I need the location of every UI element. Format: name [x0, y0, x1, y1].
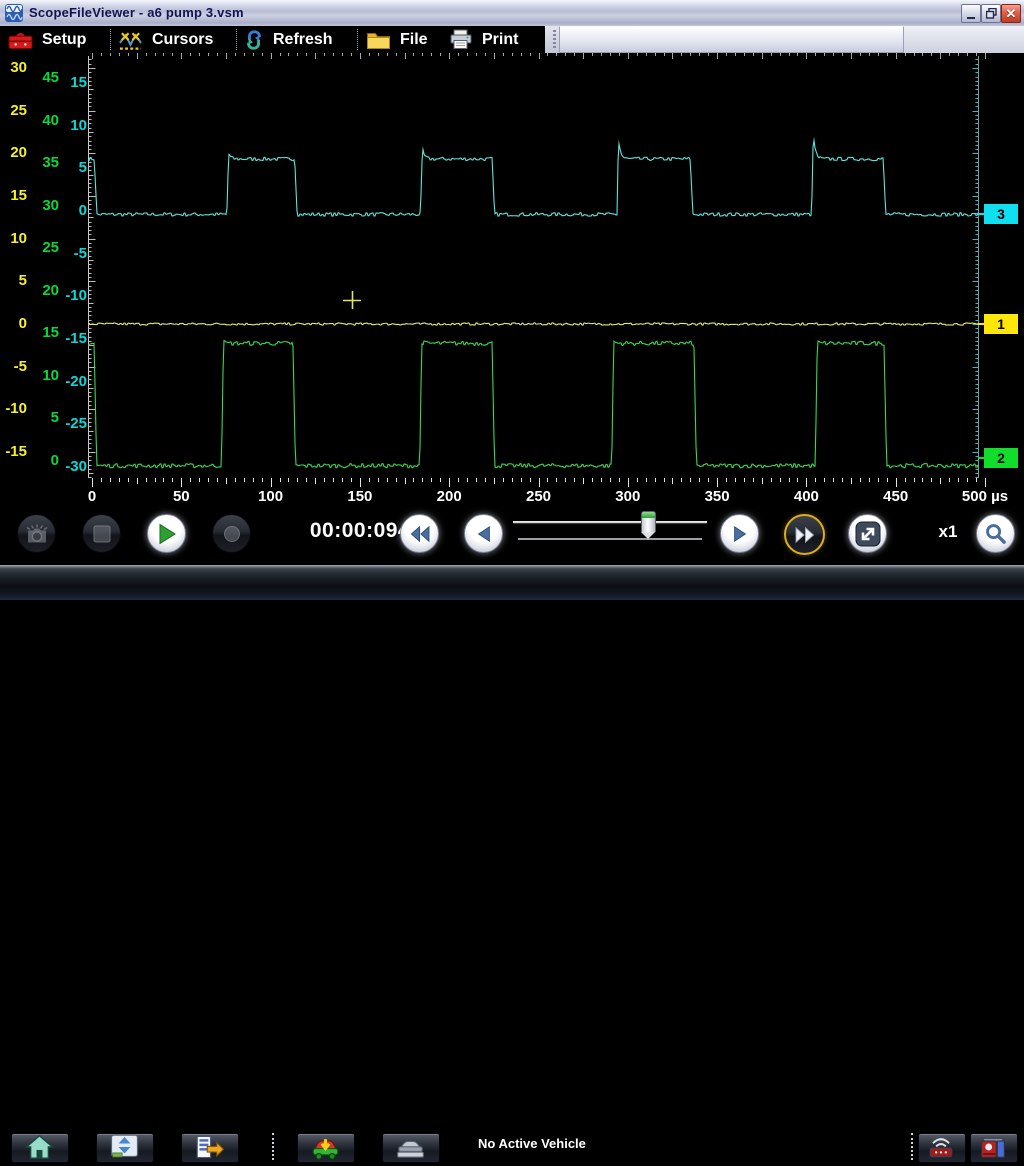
y-axis-label-ch3: 0 [0, 202, 87, 220]
scope-file-viewer-window: ScopeFileViewer - a6 pump 3.vsm ✕ Setup … [0, 0, 1024, 600]
app-icon [5, 4, 23, 27]
scope-plot[interactable] [0, 53, 1024, 508]
menu-refresh[interactable]: Refresh [244, 26, 333, 53]
toolbar-tray-end [904, 26, 1024, 53]
double-left-icon [409, 525, 431, 543]
slider-track-lower [518, 538, 702, 540]
x-axis-label: 200 [409, 488, 489, 505]
x-axis-label: 450 [856, 488, 936, 505]
x-axis-label: 300 [588, 488, 668, 505]
status-bar: No Active Vehicle [0, 565, 1024, 600]
channel-1-marker[interactable]: 1 [984, 314, 1018, 334]
vehicle-id-icon [396, 1134, 425, 1165]
toolbar-tray [545, 26, 1024, 53]
x-axis-label: 100 [231, 488, 311, 505]
cursors-icon [118, 29, 143, 51]
data-exchange-icon [110, 1134, 139, 1165]
channel-3-marker[interactable]: 3 [984, 204, 1018, 224]
menu-refresh-label: Refresh [273, 31, 333, 49]
slider-track [513, 521, 707, 523]
fast-forward-button[interactable] [784, 514, 825, 555]
title-bar[interactable]: ScopeFileViewer - a6 pump 3.vsm ✕ [0, 0, 1024, 27]
transport-bar: 00:00:094 x1 [0, 508, 1024, 565]
module-battery-icon [979, 1134, 1007, 1165]
scope-area: 302520151050-5-10-1545403530252015105015… [0, 53, 1024, 508]
y-axis-label-ch3: -15 [0, 330, 87, 348]
status-separator [911, 1133, 913, 1160]
skip-back-button[interactable] [400, 514, 439, 553]
step-forward-button[interactable] [720, 514, 759, 553]
double-right-icon [794, 526, 816, 544]
printer-icon [449, 29, 473, 50]
zoom-factor-label: x1 [928, 522, 968, 542]
home-icon [25, 1134, 54, 1165]
y-axis-label-ch3: -20 [0, 373, 87, 391]
menu-print[interactable]: Print [449, 26, 518, 53]
step-back-button[interactable] [464, 514, 503, 553]
close-button[interactable]: ✕ [1001, 4, 1021, 23]
x-axis-label: 400 [766, 488, 846, 505]
expand-button[interactable] [848, 514, 887, 553]
menu-cursors[interactable]: Cursors [118, 26, 213, 53]
status-separator [272, 1133, 274, 1160]
restore-button[interactable] [981, 4, 1001, 23]
folder-icon [366, 30, 391, 50]
refresh-icon [244, 29, 264, 51]
play-icon [157, 523, 177, 545]
menu-cursors-label: Cursors [152, 31, 213, 49]
x-axis-label: 350 [677, 488, 757, 505]
slider-thumb[interactable] [641, 511, 656, 532]
toolbar-panel [559, 26, 904, 53]
toolbar-drag-handle[interactable] [553, 30, 556, 49]
x-axis-label: 0 [52, 488, 132, 505]
menu-setup[interactable]: Setup [8, 26, 86, 53]
restore-icon [986, 8, 997, 19]
magnifier-icon [984, 522, 1007, 545]
record-icon [223, 525, 241, 543]
play-button[interactable] [147, 514, 186, 553]
camera-icon [24, 523, 50, 545]
vehicle-connect-icon [311, 1134, 340, 1166]
menu-print-label: Print [482, 31, 518, 49]
x-axis-label: 150 [320, 488, 400, 505]
scope-wireless-icon [927, 1134, 955, 1165]
menu-separator [236, 29, 237, 50]
y-axis-label-ch3: -10 [0, 287, 87, 305]
y-axis-label-ch3: -25 [0, 415, 87, 433]
left-triangle-icon [476, 525, 492, 543]
window-title: ScopeFileViewer - a6 pump 3.vsm [29, 5, 244, 20]
menu-separator [110, 29, 111, 50]
menu-file[interactable]: File [366, 26, 428, 53]
toolbox-icon [8, 30, 33, 50]
y-axis-label-ch3: -5 [0, 245, 87, 263]
minimize-icon [967, 17, 975, 19]
x-axis-label: 250 [499, 488, 579, 505]
x-axis-label: 500 µs [945, 488, 1024, 505]
stop-icon [93, 525, 111, 543]
menu-separator [357, 29, 358, 50]
zoom-button[interactable] [976, 514, 1015, 553]
channel-2-marker[interactable]: 2 [984, 448, 1018, 468]
record-button[interactable] [212, 514, 251, 553]
stop-button[interactable] [82, 514, 121, 553]
y-axis-label-ch3: -30 [0, 458, 87, 476]
expand-icon [855, 521, 881, 547]
status-message: No Active Vehicle [478, 1136, 586, 1151]
y-axis-label-ch3: 5 [0, 159, 87, 177]
right-triangle-icon [732, 525, 748, 543]
y-axis-label-ch3: 10 [0, 117, 87, 135]
menu-file-label: File [400, 31, 428, 49]
records-icon [195, 1134, 224, 1165]
menu-setup-label: Setup [42, 31, 86, 49]
y-axis-label-ch3: 15 [0, 74, 87, 92]
x-axis-label: 50 [141, 488, 221, 505]
close-icon: ✕ [1006, 7, 1017, 20]
snapshot-button[interactable] [17, 514, 56, 553]
minimize-button[interactable] [961, 4, 981, 23]
